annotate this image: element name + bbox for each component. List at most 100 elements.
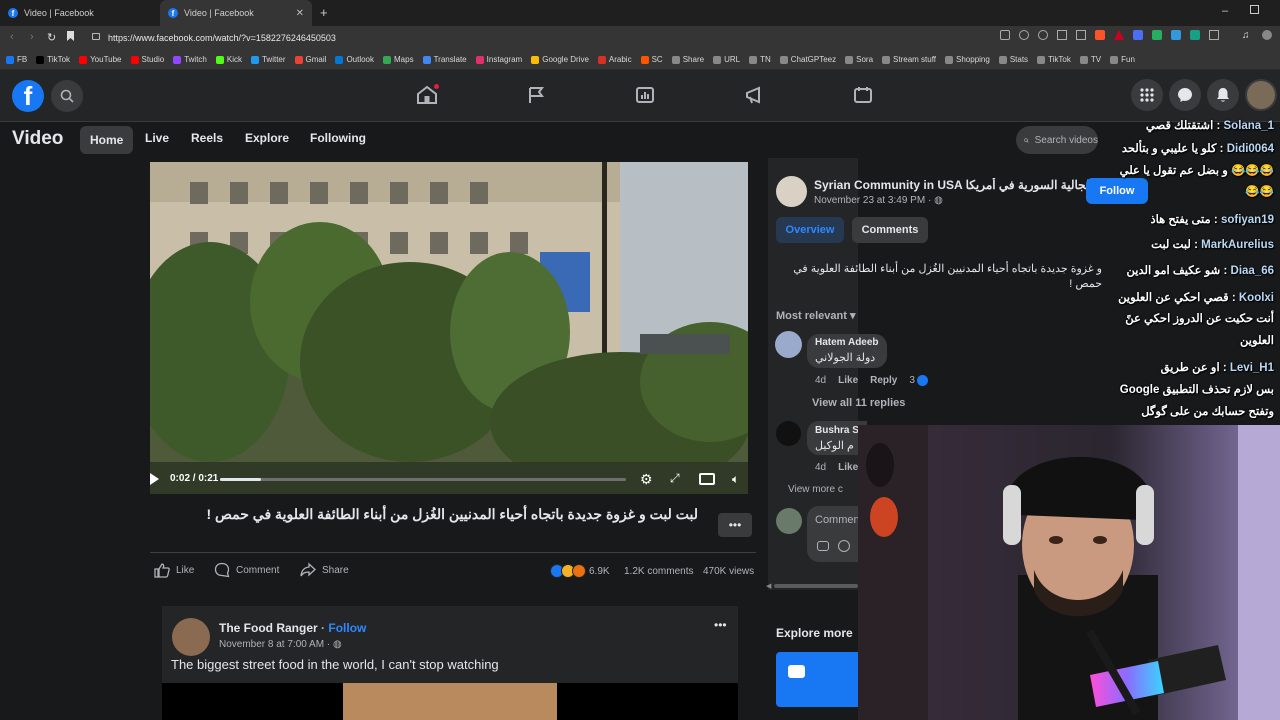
video-search[interactable]: Search videos (1016, 126, 1098, 154)
notifications-button[interactable] (1207, 79, 1239, 111)
bookmark-item[interactable]: Studio (130, 55, 164, 64)
like-button[interactable]: Like (154, 562, 194, 578)
bookmark-item[interactable]: TikTok (1037, 55, 1071, 64)
profile-icon[interactable] (1262, 30, 1272, 40)
account-avatar[interactable] (1245, 79, 1277, 111)
url-input[interactable] (108, 29, 1008, 47)
menu-button[interactable] (1131, 79, 1163, 111)
sort-dropdown[interactable]: Most relevant ▾ (776, 309, 856, 322)
scroll-left-icon[interactable]: ◀ (766, 582, 771, 590)
tab-home[interactable]: Home (80, 126, 134, 154)
extension-icon[interactable] (1076, 30, 1086, 40)
site-settings-icon[interactable] (92, 33, 100, 40)
bookmark-item[interactable]: TN (749, 55, 771, 64)
video-nav-icon[interactable] (636, 86, 654, 109)
follow-link[interactable]: Follow (328, 621, 366, 635)
post-author[interactable]: The Food Ranger (219, 621, 318, 635)
forward-icon[interactable]: › (30, 31, 34, 43)
settings-gear-icon[interactable]: ⚙ (640, 471, 653, 488)
view-more-comments-link[interactable]: View more c (788, 484, 843, 495)
zoom-icon[interactable] (1038, 30, 1048, 40)
pages-nav-icon[interactable] (527, 86, 545, 109)
ads-nav-icon[interactable] (745, 86, 765, 109)
view-replies-link[interactable]: View all 11 replies (812, 397, 905, 409)
bookmark-item[interactable]: Stats (998, 55, 1028, 64)
share-button[interactable]: Share (300, 562, 349, 578)
bookmark-item[interactable]: Arabic (597, 55, 632, 64)
video-player[interactable] (150, 162, 748, 494)
bookmark-item[interactable]: Google Drive (531, 55, 589, 64)
gaming-nav-icon[interactable] (854, 86, 872, 109)
extension-icon[interactable] (1190, 30, 1200, 40)
bookmark-item[interactable]: ChatGPTeez (779, 55, 836, 64)
browser-tab-active[interactable]: f Video | Facebook ✕ (160, 0, 312, 26)
tab-comments[interactable]: Comments (852, 217, 928, 243)
new-tab-icon[interactable]: + (320, 5, 328, 20)
bookmark-item[interactable]: Stream stuff (882, 55, 936, 64)
post-video[interactable] (162, 683, 738, 720)
extension-icon[interactable] (1171, 30, 1181, 40)
bookmark-item[interactable]: Share (671, 55, 704, 64)
bookmark-item[interactable]: TV (1079, 55, 1101, 64)
close-tab-icon[interactable]: ✕ (296, 8, 304, 19)
bookmark-item[interactable]: Twitch (173, 55, 207, 64)
extension-icon[interactable] (1152, 30, 1162, 40)
author-avatar[interactable] (172, 618, 210, 656)
screen-icon[interactable] (1000, 30, 1010, 40)
bookmark-item[interactable]: Kick (215, 55, 242, 64)
reload-icon[interactable]: ↻ (47, 31, 56, 44)
maximize-icon[interactable] (1250, 5, 1259, 14)
fullscreen-icon[interactable]: ⤢ (670, 471, 680, 486)
brave-shield-icon[interactable] (1095, 30, 1105, 40)
tab-following[interactable]: Following (310, 131, 366, 145)
bookmark-item[interactable]: Gmail (294, 55, 326, 64)
bookmark-item[interactable]: Twitter (250, 55, 286, 64)
bookmark-item[interactable]: Fun (1110, 55, 1135, 64)
bookmark-item[interactable]: Maps (383, 55, 414, 64)
brave-rewards-icon[interactable] (1114, 30, 1124, 40)
comment-like-link[interactable]: Like (838, 375, 858, 386)
bookmark-item[interactable]: Instagram (475, 55, 522, 64)
comment-reply-link[interactable]: Reply (870, 375, 897, 386)
comment-author[interactable]: Bushra Sl (815, 425, 862, 436)
music-icon[interactable]: ♫ (1242, 30, 1252, 41)
sticker-icon[interactable] (817, 541, 829, 551)
reactions-summary[interactable]: 6.9K (550, 564, 610, 578)
page-avatar[interactable] (776, 176, 807, 207)
comment-button[interactable]: Comment (214, 562, 279, 578)
tab-explore[interactable]: Explore (245, 131, 289, 145)
volume-icon[interactable]: 🔈︎ (732, 472, 739, 487)
commenter-avatar[interactable] (775, 331, 802, 358)
tab-reels[interactable]: Reels (191, 131, 223, 145)
bookmark-item[interactable]: FB (6, 55, 27, 64)
minimize-icon[interactable]: – (1222, 5, 1228, 17)
video-progress-bar[interactable] (220, 478, 626, 481)
bookmark-item[interactable]: Shopping (945, 55, 990, 64)
commenter-avatar[interactable] (776, 421, 801, 446)
comment-composer[interactable]: Commen (807, 506, 860, 562)
bookmark-item[interactable]: Translate (422, 55, 467, 64)
extension-icon[interactable] (1133, 30, 1143, 40)
browser-tab[interactable]: f Video | Facebook (0, 0, 155, 26)
explore-card[interactable] (776, 652, 858, 707)
emoji-icon[interactable] (838, 540, 850, 552)
page-name[interactable]: Syrian Community in USA الجالية السورية … (814, 178, 1094, 192)
translate-icon[interactable] (1019, 30, 1029, 40)
search-button[interactable] (51, 80, 83, 112)
sidebar-toggle-icon[interactable] (1209, 30, 1219, 40)
more-options-icon[interactable]: ••• (718, 513, 752, 537)
horizontal-scrollbar[interactable] (774, 584, 858, 588)
back-icon[interactable]: ‹ (10, 31, 14, 43)
comment-author[interactable]: Hatem Adeeb (815, 337, 879, 348)
picture-in-picture-icon[interactable] (699, 473, 715, 485)
bookmark-item[interactable]: TikTok (36, 55, 70, 64)
bookmark-item[interactable]: SC (640, 55, 663, 64)
comment-count[interactable]: 1.2K comments (624, 566, 693, 577)
comment-like-link[interactable]: Like (838, 462, 858, 473)
tab-live[interactable]: Live (145, 131, 169, 145)
tab-overview[interactable]: Overview (776, 217, 844, 243)
bookmark-item[interactable]: Outlook (335, 55, 374, 64)
bookmark-item[interactable]: URL (713, 55, 740, 64)
messenger-button[interactable] (1169, 79, 1201, 111)
facebook-logo[interactable]: f (12, 80, 44, 112)
